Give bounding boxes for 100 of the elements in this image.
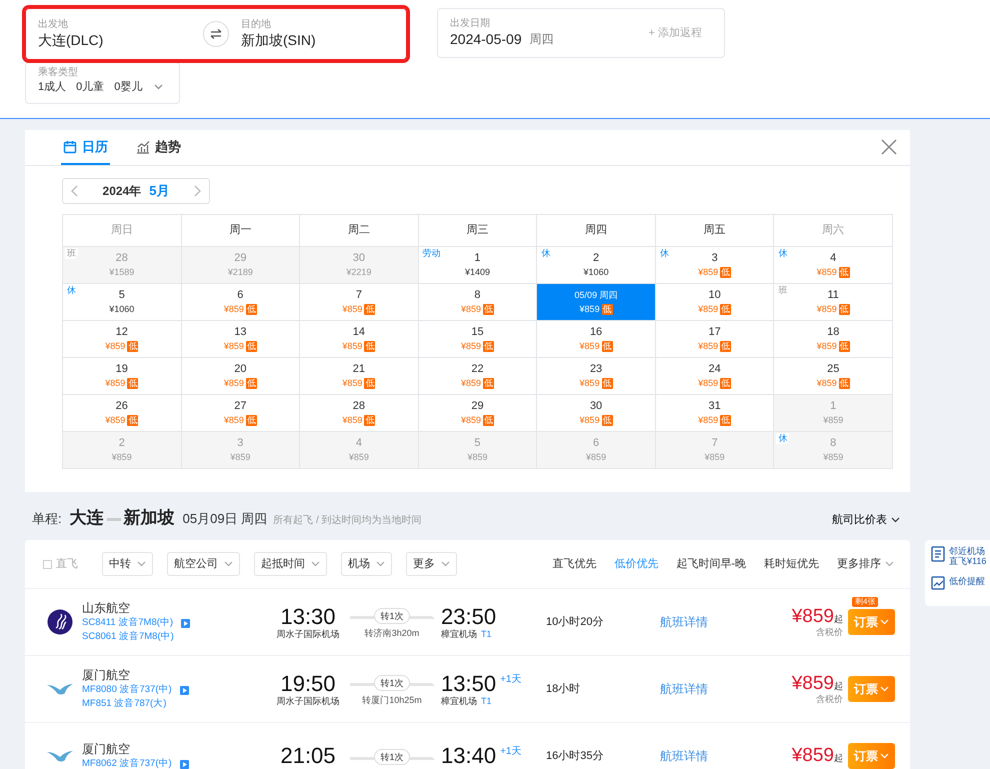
arrival-time: 23:50: [441, 604, 496, 628]
calendar-day[interactable]: 16 ¥859 低: [537, 321, 656, 358]
calendar-day[interactable]: 休 5 ¥1060: [63, 284, 182, 321]
compare-table-button[interactable]: 航司比价表: [832, 512, 900, 528]
calendar-day[interactable]: 27 ¥859 低: [182, 395, 300, 432]
lowest-badge: 低: [246, 378, 257, 388]
filter-dropdown[interactable]: 起抵时间: [254, 552, 327, 576]
calendar-day[interactable]: 21 ¥859 低: [300, 358, 419, 395]
calendar-day[interactable]: 休 3 ¥859 低: [656, 247, 774, 284]
chevron-down-icon: [880, 753, 889, 759]
day-number: 29: [234, 251, 246, 265]
side-panel-item[interactable]: 低价提醒: [931, 576, 985, 590]
calendar-day[interactable]: 18 ¥859 低: [774, 321, 893, 358]
calendar-day[interactable]: 7 ¥859 低: [300, 284, 419, 321]
day-price: ¥859: [823, 451, 844, 464]
day-number: 12: [116, 325, 128, 339]
close-button[interactable]: [880, 138, 898, 156]
calendar-day[interactable]: 14 ¥859 低: [300, 321, 419, 358]
day-number: 19: [116, 362, 128, 376]
side-panel-item[interactable]: 邻近机场 直飞¥116: [931, 546, 986, 566]
route-field[interactable]: 出发地 大连(DLC) 目的地 新加坡(SIN): [25, 8, 407, 60]
calendar-day[interactable]: 12 ¥859 低: [63, 321, 182, 358]
flight-code: MF851 波音787(大): [82, 697, 166, 711]
day-price: ¥859: [224, 303, 244, 316]
lowest-badge: 低: [246, 340, 257, 352]
calendar-day[interactable]: 31 ¥859 低: [656, 395, 774, 432]
day-price: ¥859: [105, 377, 126, 390]
next-month-button[interactable]: [194, 185, 201, 197]
flight-duration: 18小时: [546, 682, 582, 697]
filter-dropdown[interactable]: 航空公司: [167, 552, 240, 576]
calendar-day[interactable]: 休 4 ¥859 低: [774, 247, 893, 284]
chevron-right-icon: [194, 185, 201, 197]
filter-dropdown[interactable]: 机场: [341, 552, 392, 576]
day-price: ¥859: [460, 414, 481, 427]
calendar-day[interactable]: 劳动 1 ¥1409: [418, 247, 538, 284]
calendar-day[interactable]: 24 ¥859 低: [656, 358, 774, 395]
date-field[interactable]: 出发日期 2024-05-09 周四 + 添加返程: [437, 8, 725, 58]
calendar-day[interactable]: 20 ¥859 低: [182, 358, 300, 395]
field-label: 目的地: [241, 19, 272, 31]
day-price: ¥859: [460, 377, 481, 390]
calendar-tab[interactable]: 日历: [61, 130, 110, 165]
day-price: ¥859: [580, 340, 600, 353]
calendar-day[interactable]: 28 ¥859 低: [300, 395, 419, 432]
calendar-day[interactable]: 22 ¥859 低: [418, 358, 538, 395]
lowest-badge: 低: [720, 340, 732, 352]
day-number: 1: [474, 251, 481, 265]
calendar-day[interactable]: 25 ¥859 低: [774, 358, 893, 395]
day-price: ¥859: [460, 303, 481, 316]
previous-month-button[interactable]: [71, 185, 78, 197]
lowest-badge: 低: [483, 378, 494, 388]
sort-option[interactable]: 更多排序: [837, 556, 894, 572]
flight-duration: 16小时35分: [546, 748, 604, 764]
arrival-time: 13:50: [441, 672, 496, 696]
calendar-day[interactable]: 30 ¥859 低: [537, 395, 656, 432]
chevron-down-icon: [137, 561, 146, 567]
day-number: 28: [352, 399, 366, 413]
chevron-down-icon: [224, 561, 233, 567]
calendar-day[interactable]: 休 8 ¥859: [774, 432, 893, 469]
sort-option[interactable]: 起飞时间早-晚: [676, 556, 746, 572]
calendar-day[interactable]: 19 ¥859 低: [63, 358, 182, 395]
swap-icon: [209, 28, 223, 40]
sort-option[interactable]: 耗时短优先: [764, 556, 819, 572]
lowest-badge: 低: [246, 304, 257, 314]
calendar-day[interactable]: 休 2 ¥1060: [537, 247, 656, 284]
calendar-day[interactable]: 10 ¥859 低: [656, 284, 774, 321]
chart-icon: [931, 576, 945, 590]
day-price: ¥1589: [109, 266, 134, 279]
calendar-tab[interactable]: 趋势: [134, 130, 183, 165]
destination-city: 新加坡: [124, 507, 175, 529]
lowest-badge: 低: [364, 304, 376, 314]
day-number: 20: [234, 362, 246, 376]
day-number: 16: [590, 325, 602, 339]
price: ¥859: [792, 606, 834, 626]
swap-button[interactable]: [203, 21, 229, 47]
airline-logo-icon: [47, 609, 73, 635]
day-price: ¥859: [698, 377, 718, 390]
filter-dropdown[interactable]: 中转: [102, 552, 153, 576]
calendar-day[interactable]: 26 ¥859 低: [63, 395, 182, 432]
passenger-field[interactable]: 乘客类型 1成人 0儿童 0婴儿: [25, 62, 180, 104]
calendar-day[interactable]: 班 11 ¥859 低: [774, 284, 893, 321]
day-price: ¥859: [698, 266, 718, 279]
calendar-day[interactable]: 29 ¥859 低: [418, 395, 538, 432]
calendar-day[interactable]: 6 ¥859 低: [182, 284, 300, 321]
sort-option[interactable]: 直飞优先: [552, 556, 596, 572]
day-number: 2: [118, 436, 125, 450]
calendar-day[interactable]: 23 ¥859 低: [537, 358, 656, 395]
lowest-badge: 低: [483, 304, 494, 314]
calendar-day[interactable]: 8 ¥859 低: [418, 284, 538, 321]
tax-note: 含税价: [815, 626, 843, 638]
calendar-day[interactable]: 15 ¥859 低: [418, 321, 538, 358]
filter-dropdown[interactable]: 更多: [406, 552, 457, 576]
calendar-day[interactable]: 13 ¥859 低: [182, 321, 300, 358]
chevron-down-icon: [891, 517, 900, 524]
day-price: ¥859: [580, 377, 600, 390]
stop-count: 转1次: [374, 608, 410, 624]
calendar-day[interactable]: 17 ¥859 低: [656, 321, 774, 358]
day-number: 1: [830, 399, 836, 413]
chevron-left-icon: [71, 185, 78, 197]
calendar-day[interactable]: 05/09 周四 ¥859 低: [537, 284, 656, 321]
chevron-down-icon: [376, 561, 385, 567]
